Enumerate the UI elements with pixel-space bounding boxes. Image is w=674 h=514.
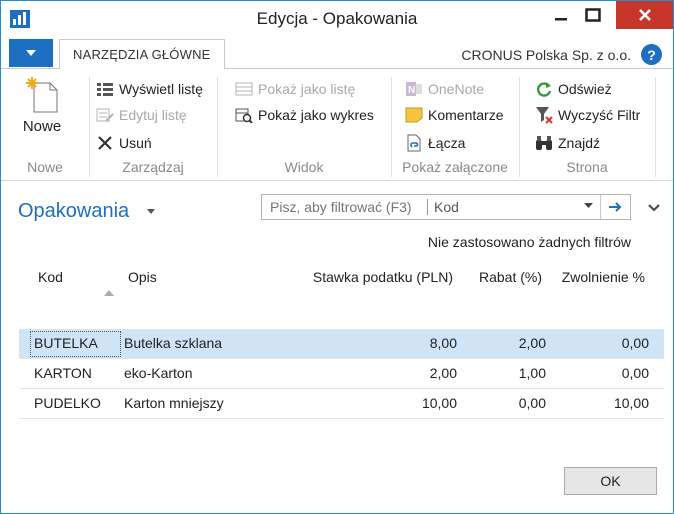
notes-label: Komentarze <box>428 107 504 123</box>
chevron-down-icon[interactable] <box>584 203 593 209</box>
refresh-label: Odśwież <box>558 81 612 97</box>
group-strona: Odśwież Wyczyść Filtr Znajdź Strona <box>519 69 655 181</box>
show-as-list-label: Pokaż jako listę <box>258 81 356 97</box>
group-zarzadzaj: Wyświetl listę Edytuj listę Usuń Zarządz… <box>89 69 217 181</box>
table-row[interactable]: PUDELKO Karton mniejszy 10,00 0,00 10,00 <box>19 389 664 419</box>
divider <box>427 199 428 215</box>
company-name: CRONUS Polska Sp. z o.o. <box>461 47 631 63</box>
tab-home[interactable]: NARZĘDZIA GŁÓWNE <box>59 39 225 70</box>
find-button[interactable]: Znajdź <box>535 133 600 153</box>
refresh-button[interactable]: Odśwież <box>535 79 612 99</box>
cell-discount[interactable]: 1,00 <box>519 365 546 381</box>
group-label-strona: Strona <box>566 159 608 175</box>
onenote-icon: N <box>405 80 423 98</box>
list-view-icon <box>235 80 253 98</box>
chevron-down-icon <box>26 50 36 56</box>
ribbon: Nowe Nowe Wyświetl listę Edytuj listę Us… <box>1 69 673 181</box>
onenote-label: OneNote <box>428 81 485 97</box>
links-label: Łącza <box>428 135 466 151</box>
show-as-chart-button[interactable]: Pokaż jako wykres <box>235 105 374 125</box>
link-icon <box>405 134 423 152</box>
chevron-down-icon[interactable] <box>647 201 661 215</box>
show-list-button[interactable]: Wyświetl listę <box>96 79 203 99</box>
cell-exempt[interactable]: 0,00 <box>622 365 649 381</box>
close-button[interactable] <box>616 1 673 29</box>
list-view-icon <box>96 80 114 98</box>
cell-tax[interactable]: 2,00 <box>430 365 457 381</box>
group-label-nowe: Nowe <box>27 159 63 175</box>
column-header-discount[interactable]: Rabat (%) <box>479 269 542 285</box>
chart-view-icon <box>235 106 253 124</box>
filter-input[interactable] <box>270 199 420 215</box>
cell-tax[interactable]: 8,00 <box>430 335 457 351</box>
sort-ascending-icon <box>104 290 114 296</box>
edit-list-label: Edytuj listę <box>119 107 187 123</box>
binoculars-icon <box>535 134 553 152</box>
filter-box: Kod <box>261 194 631 220</box>
table-row[interactable]: KARTON eko-Karton 2,00 1,00 0,00 <box>19 359 664 389</box>
column-header-exempt[interactable]: Zwolnienie % <box>562 269 645 285</box>
cell-discount[interactable]: 0,00 <box>519 395 546 411</box>
delete-label: Usuń <box>119 135 152 151</box>
minimize-icon <box>555 18 567 21</box>
cell-discount[interactable]: 2,00 <box>519 335 546 351</box>
column-header-code[interactable]: Kod <box>38 269 63 285</box>
divider <box>600 195 601 219</box>
cell-code[interactable]: BUTELKA <box>34 335 98 351</box>
delete-button[interactable]: Usuń <box>96 133 152 153</box>
cell-code[interactable]: KARTON <box>34 365 92 381</box>
find-label: Znajdź <box>558 135 601 151</box>
cell-code[interactable]: PUDELKO <box>34 395 101 411</box>
svg-text:N: N <box>408 85 415 96</box>
onenote-button[interactable]: N OneNote <box>405 79 484 99</box>
cell-desc[interactable]: Butelka szklana <box>124 335 222 351</box>
group-nowe: Nowe Nowe <box>1 69 89 181</box>
filter-status: Nie zastosowano żadnych filtrów <box>427 234 631 250</box>
clear-filter-icon <box>535 106 553 124</box>
show-list-label: Wyświetl listę <box>119 81 203 97</box>
ok-button[interactable]: OK <box>564 467 657 495</box>
delete-icon <box>96 134 114 152</box>
cell-desc[interactable]: eko-Karton <box>124 365 192 381</box>
group-widok: Pokaż jako listę Pokaż jako wykres Widok <box>217 69 391 181</box>
clear-filter-label: Wyczyść Filtr <box>558 107 641 123</box>
ribbon-tab-row: NARZĘDZIA GŁÓWNE CRONUS Polska Sp. z o.o… <box>1 37 673 70</box>
column-header-desc[interactable]: Opis <box>128 269 157 285</box>
edit-list-icon <box>96 106 114 124</box>
column-header-tax[interactable]: Stawka podatku (PLN) <box>313 269 453 285</box>
dialog-window: Edycja - Opakowania NARZĘDZIA GŁÓWNE CRO… <box>0 0 674 514</box>
new-button[interactable]: Nowe <box>17 77 67 135</box>
cell-exempt[interactable]: 10,00 <box>614 395 649 411</box>
links-button[interactable]: Łącza <box>405 133 465 153</box>
table-row[interactable]: BUTELKA Butelka szklana 8,00 2,00 0,00 <box>19 329 664 359</box>
note-icon <box>405 106 423 124</box>
notes-button[interactable]: Komentarze <box>405 105 503 125</box>
new-button-label: Nowe <box>22 118 62 135</box>
close-icon <box>638 9 651 21</box>
caret-down-icon[interactable] <box>147 209 155 215</box>
group-label-widok: Widok <box>284 159 324 175</box>
filter-field-select[interactable]: Kod <box>434 199 459 215</box>
show-as-list-button[interactable]: Pokaż jako listę <box>235 79 355 99</box>
maximize-button[interactable] <box>571 1 615 29</box>
edit-list-button[interactable]: Edytuj listę <box>96 105 187 125</box>
table-header: Kod Opis Stawka podatku (PLN) Rabat (%) … <box>1 259 673 329</box>
show-as-chart-label: Pokaż jako wykres <box>258 107 374 123</box>
application-menu-button[interactable] <box>9 39 53 67</box>
new-document-icon <box>26 77 58 113</box>
arrow-right-icon[interactable] <box>606 198 624 216</box>
cell-desc[interactable]: Karton mniejszy <box>124 395 224 411</box>
title-bar: Edycja - Opakowania <box>1 1 673 37</box>
maximize-icon <box>585 8 601 22</box>
group-pokaz-zalaczone: N OneNote Komentarze Łącza Pokaż załączo… <box>391 69 519 181</box>
clear-filter-button[interactable]: Wyczyść Filtr <box>535 105 640 125</box>
cell-tax[interactable]: 10,00 <box>422 395 457 411</box>
help-icon[interactable]: ? <box>641 44 662 65</box>
divider <box>655 77 656 177</box>
refresh-icon <box>535 80 553 98</box>
list-title[interactable]: Opakowania <box>18 200 129 223</box>
cell-exempt[interactable]: 0,00 <box>622 335 649 351</box>
group-label-zarzadzaj: Zarządzaj <box>122 159 184 175</box>
group-label-zalaczone: Pokaż załączone <box>402 159 508 175</box>
